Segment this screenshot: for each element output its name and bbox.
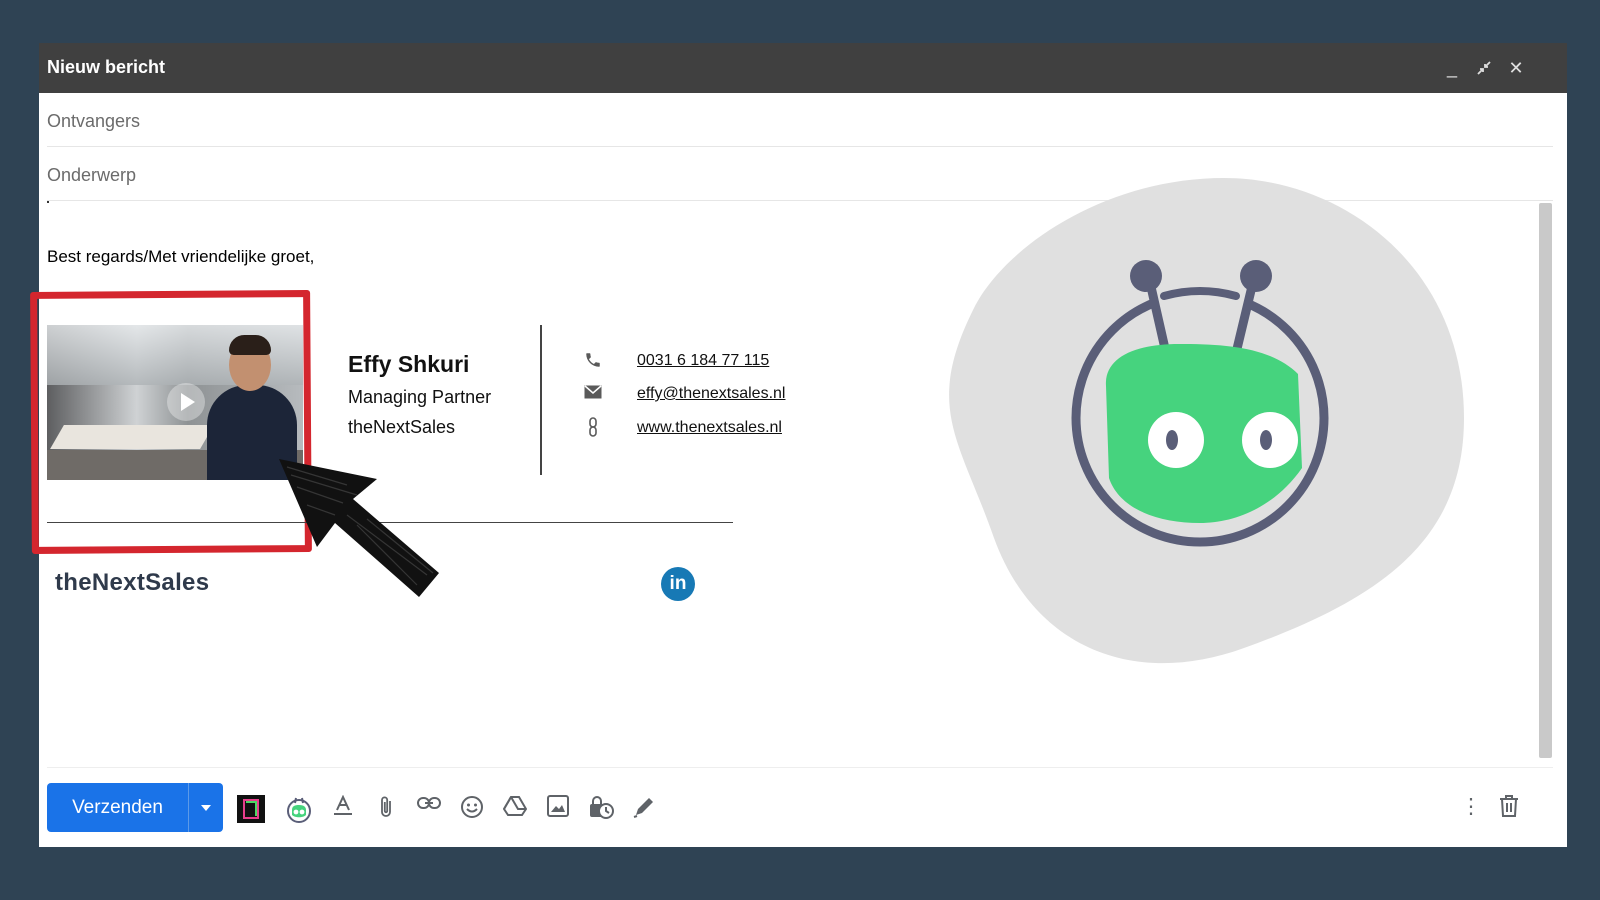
robot-addon-icon[interactable]	[283, 791, 315, 823]
signature-name: Effy Shkuri	[348, 351, 470, 377]
scribbled-arrow-icon	[279, 459, 439, 597]
recipients-field[interactable]: Ontvangers	[47, 93, 1553, 147]
close-icon[interactable]: ✕	[1503, 55, 1529, 81]
linkedin-icon[interactable]: in	[661, 567, 695, 601]
phone-link[interactable]: 0031 6 184 77 115	[637, 352, 769, 370]
mascot-illustration	[949, 178, 1464, 664]
more-options-icon[interactable]: ⋮	[1455, 791, 1487, 823]
link-icon	[583, 417, 603, 437]
attachment-icon[interactable]	[370, 791, 402, 823]
greeting-text: Best regards/Met vriendelijke groet,	[47, 247, 315, 266]
highlight-frame	[30, 290, 312, 554]
mail-icon	[583, 384, 603, 404]
text-caret	[47, 201, 49, 203]
insert-link-icon[interactable]	[413, 791, 445, 823]
send-button[interactable]: Verzenden	[47, 783, 188, 832]
signature-divider	[540, 325, 542, 475]
drive-icon[interactable]	[499, 791, 531, 823]
company-logo: theNextSales	[55, 569, 210, 596]
body-scrollbar[interactable]	[1539, 203, 1552, 758]
text-format-icon[interactable]	[327, 791, 359, 823]
subject-placeholder: Onderwerp	[47, 165, 137, 185]
exit-fullscreen-icon[interactable]	[1471, 55, 1497, 81]
compose-titlebar[interactable]: Nieuw bericht _ ✕	[39, 43, 1567, 93]
docs-addon-icon[interactable]	[235, 791, 267, 823]
window-title: Nieuw bericht	[47, 57, 166, 77]
send-button-group: Verzenden	[47, 783, 223, 832]
phone-icon	[583, 351, 603, 371]
footer-separator	[47, 767, 1553, 768]
send-options-chevron-down-icon[interactable]	[188, 783, 223, 832]
confidential-mode-icon[interactable]	[585, 791, 617, 823]
signature-pen-icon[interactable]	[628, 791, 660, 823]
discard-trash-icon[interactable]	[1493, 791, 1525, 823]
insert-photo-icon[interactable]	[542, 791, 574, 823]
email-link[interactable]: effy@thenextsales.nl	[637, 385, 785, 403]
recipients-placeholder: Ontvangers	[47, 111, 141, 131]
signature-role: Managing Partner	[348, 387, 492, 407]
website-link[interactable]: www.thenextsales.nl	[637, 419, 782, 437]
minimize-icon[interactable]: _	[1439, 55, 1465, 81]
signature-company: theNextSales	[348, 417, 456, 437]
compose-window: Nieuw bericht _ ✕ Ontvangers Onderwerp B…	[30, 43, 1567, 847]
emoji-icon[interactable]	[456, 791, 488, 823]
